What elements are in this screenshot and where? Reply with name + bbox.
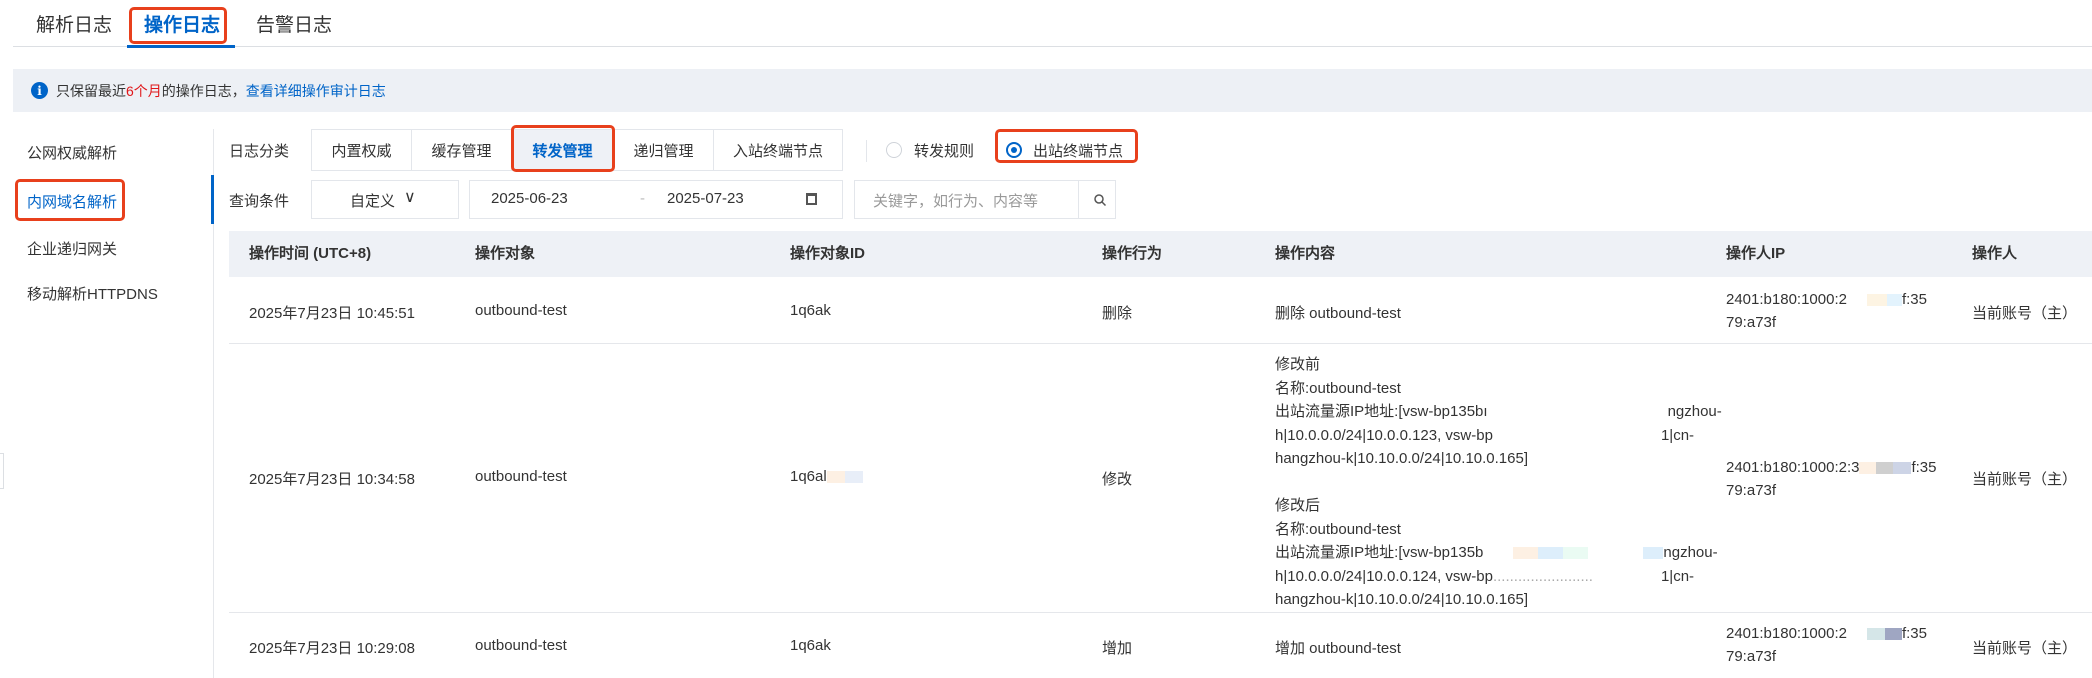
sidebar-item-private-zone[interactable]: 内网域名解析 [27,191,117,212]
cell-operator-ip: 2401:b180:1000:2:3 f:35 79:a73f [1726,459,1937,499]
info-icon: i [31,82,48,99]
row-divider [229,612,2092,613]
category-inbound-endpoint[interactable]: 入站终端节点 [713,129,843,171]
search-button[interactable] [1089,187,1127,213]
search-input[interactable]: 关键字，如行为、内容等 [854,180,1116,219]
search-placeholder: 关键字，如行为、内容等 [873,193,1039,210]
cell-operator: 当前账号（主） [1972,471,2078,488]
radio-outbound-endpoint[interactable] [1006,142,1022,158]
cell-time: 2025年7月23日 10:34:58 [249,471,415,488]
column-header-operator: 操作人 [1972,245,2018,262]
notice-text: 只保留最近 [56,82,126,99]
sidebar-item-httpdns[interactable]: 移动解析HTTPDNS [27,283,158,304]
cell-operator-ip: 2401:b180:1000:2 f:35 79:a73f [1726,291,1927,331]
cell-operator-ip: 2401:b180:1000:2 f:35 79:a73f [1726,625,1927,665]
cell-time: 2025年7月23日 10:29:08 [249,640,415,657]
category-builtin-authoritative[interactable]: 内置权威 [311,129,412,171]
end-date: 2025-07-23 [667,190,744,207]
range-select-value: 自定义 [350,193,396,210]
radio-forwarding-rule-label: 转发规则 [914,143,975,160]
cell-action: 增加 [1102,640,1133,657]
column-header-object: 操作对象 [475,245,536,262]
column-header-operator-ip: 操作人IP [1726,245,1786,262]
active-tab-indicator [127,45,235,48]
row-divider [229,343,2092,344]
notice-bar: i 只保留最近 6个月 的操作日志， 查看详细操作审计日志 [13,69,2092,112]
radio-outbound-endpoint-label: 出站终端节点 [1033,143,1124,160]
cell-time: 2025年7月23日 10:45:51 [249,305,415,322]
radio-forwarding-rule[interactable] [886,142,902,158]
sidebar-item-enterprise-gateway[interactable]: 企业递归网关 [27,238,117,259]
separator [866,140,867,162]
cell-content: 修改前 名称:outbound-test 出站流量源IP地址:[vsw-bp13… [1275,356,1722,608]
cell-object-id: 1q6ak [790,637,831,654]
search-icon [1094,194,1107,207]
cell-operator: 当前账号（主） [1972,640,2078,657]
tab-parse-log[interactable]: 解析日志 [36,10,112,37]
active-row-indicator [211,175,214,224]
notice-highlight: 6个月 [126,82,162,99]
category-label: 日志分类 [229,143,290,160]
cell-object: outbound-test [475,468,567,485]
query-label: 查询条件 [229,193,290,210]
start-date: 2025-06-23 [491,190,568,207]
cell-action: 修改 [1102,471,1133,488]
tabs-divider [13,46,2092,47]
cell-object-id: 1q6al [790,468,863,485]
date-range-picker[interactable]: 2025-06-23 - 2025-07-23 [469,180,843,219]
search-divider [1078,181,1079,218]
notice-text-suffix: 的操作日志， [161,82,246,99]
cell-object: outbound-test [475,637,567,654]
sidebar-item-public-authoritative[interactable]: 公网权威解析 [27,142,117,163]
column-header-object-id: 操作对象ID [790,245,866,262]
cell-object: outbound-test [475,302,567,319]
chevron-down-icon: ∨ [404,189,416,206]
tab-operation-log[interactable]: 操作日志 [144,10,220,37]
category-cache[interactable]: 缓存管理 [411,129,512,171]
column-header-content: 操作内容 [1275,245,1336,262]
category-recursion[interactable]: 递归管理 [613,129,714,171]
cell-action: 删除 [1102,305,1133,322]
audit-log-link[interactable]: 查看详细操作审计日志 [246,81,386,101]
cell-object-id: 1q6ak [790,302,831,319]
column-header-action: 操作行为 [1102,245,1163,262]
column-header-time: 操作时间 (UTC+8) [249,245,372,262]
side-collapse-handle[interactable] [0,453,4,489]
range-select[interactable]: 自定义 ∨ [311,180,459,219]
cell-content: 删除 outbound-test [1275,305,1401,322]
date-separator: - [640,190,645,207]
cell-operator: 当前账号（主） [1972,305,2078,322]
category-forwarding[interactable]: 转发管理 [511,129,614,171]
tab-alert-log[interactable]: 告警日志 [256,10,332,37]
cell-content: 增加 outbound-test [1275,640,1401,657]
calendar-icon [806,193,817,205]
